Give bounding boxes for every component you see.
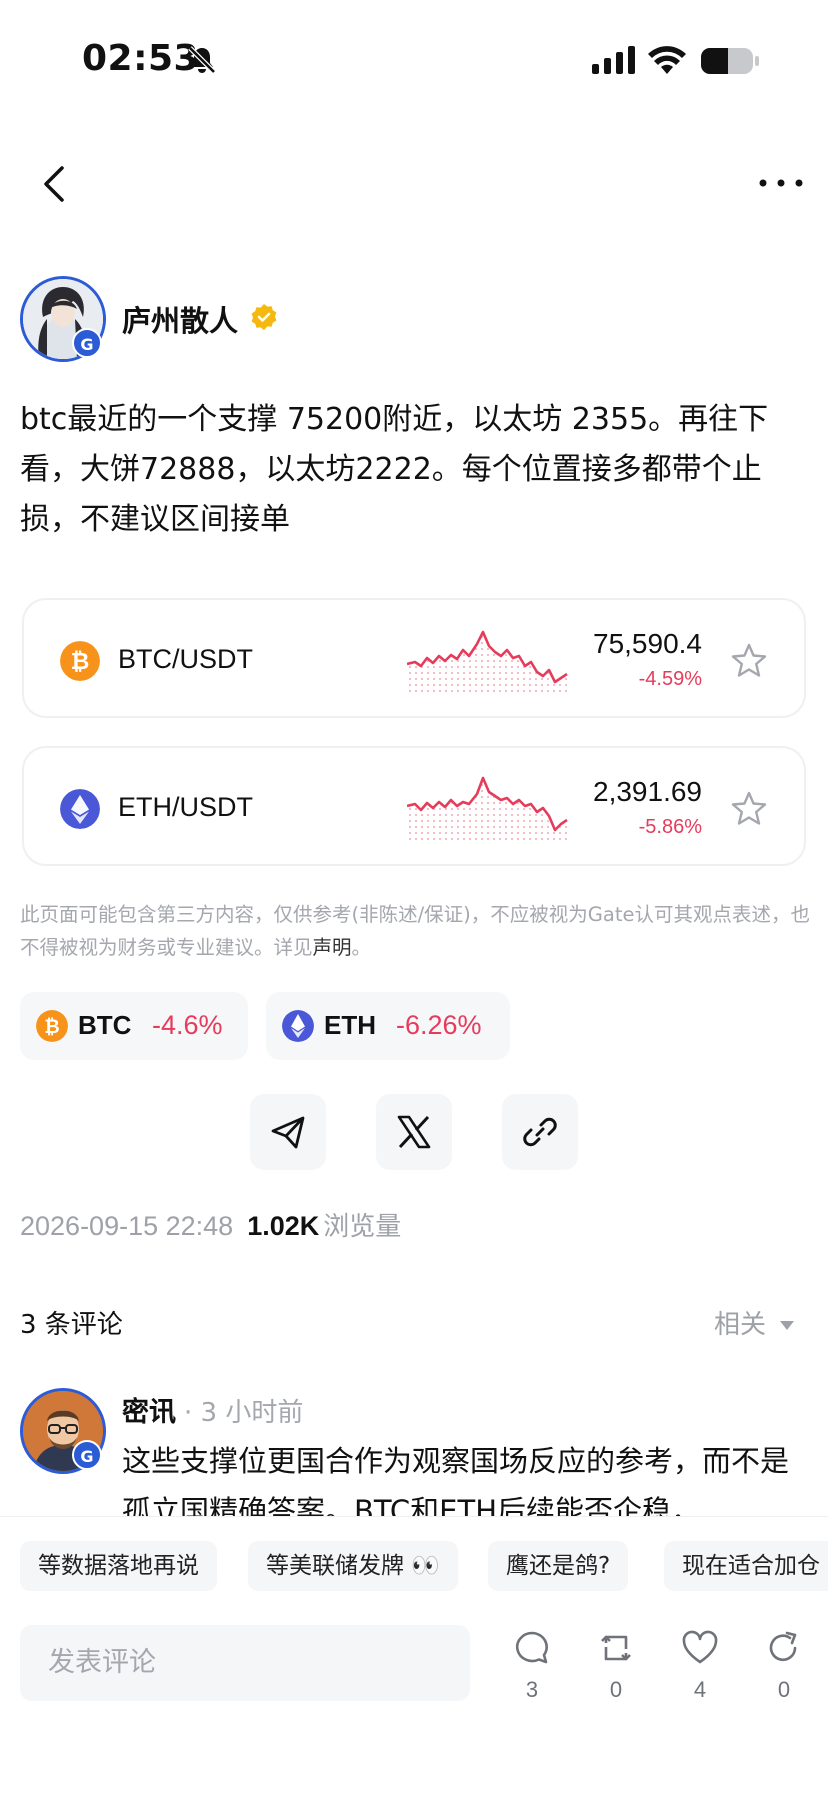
comment-time: · 3 小时前 [184,1398,304,1428]
repost-count: 0 [609,1677,623,1702]
view-count: 1.02K [247,1211,320,1241]
disclaimer: 此页面可能包含第三方内容，仅供参考(非陈述/保证)，不应被视为Gate认可其观点… [20,898,810,964]
comment-sort-select[interactable]: 相关 [714,1304,795,1341]
author-name[interactable]: 庐州散人 [122,298,238,340]
favorite-star-icon[interactable] [730,642,768,680]
link-icon [523,1117,557,1147]
repost-icon [601,1635,631,1661]
ethereum-icon [60,789,100,829]
sort-label: 相关 [714,1310,767,1340]
repost-action[interactable]: 0 [586,1629,646,1703]
disclaimer-end: 。 [351,936,372,959]
ticker-symbol: BTC [78,1010,132,1040]
platform-badge-icon: G [72,328,102,358]
svg-text:₿: ₿ [71,649,90,675]
post-meta: 2026-09-15 22:48 1.02K 浏览量 [20,1206,401,1243]
svg-text:₿: ₿ [44,1016,59,1038]
post-datetime: 2026-09-15 22:48 [20,1211,234,1241]
comment-text: 这些支撑位更国合作为观察国场反应的参考，而不是孤立国精确答案。BTC和ETH后续… [122,1444,790,1516]
comments-count-title: 3 条评论 [20,1310,123,1340]
market-card-btc[interactable]: ₿ BTC/USDT 75,590.4 -4.59% [22,598,806,718]
price-sparkline [407,630,568,694]
ethereum-icon [282,1010,314,1042]
bottom-comment-panel: 等数据落地再说 等美联储发牌 👀 鹰还是鸽? 现在适合加仓 发表评论 3 0 4… [0,1516,828,1796]
status-time: 02:53 [82,38,200,79]
comments-count: 3 [525,1677,539,1702]
chevron-down-icon [780,1321,795,1330]
share-count: 0 [777,1677,791,1702]
share-telegram-button[interactable] [250,1094,326,1170]
disclaimer-text: 此页面可能包含第三方内容，仅供参考(非陈述/保证)，不应被视为Gate认可其观点… [20,903,810,959]
wifi-icon [648,46,686,74]
quick-reply-chip[interactable]: 等数据落地再说 [20,1541,217,1591]
ticker-change: -6.26% [396,1010,482,1040]
more-options-button[interactable] [756,170,806,196]
share-icon [769,1631,797,1662]
favorite-star-icon[interactable] [730,790,768,828]
price-sparkline [407,776,568,842]
quick-reply-chip[interactable]: 现在适合加仓 [664,1541,828,1591]
heart-icon [682,1630,718,1664]
verified-badge-icon [251,304,277,330]
quick-reply-row: 等数据落地再说 等美联储发牌 👀 鹰还是鸽? 现在适合加仓 [0,1541,828,1593]
bitcoin-icon: ₿ [60,641,100,681]
price-change: -5.86% [638,816,702,838]
status-bar: 02:53 [0,0,828,120]
copy-link-button[interactable] [502,1094,578,1170]
view-count-label: 浏览量 [323,1212,402,1242]
comment-input[interactable]: 发表评论 [20,1625,470,1701]
comments-action[interactable]: 3 [502,1629,562,1703]
back-button[interactable] [36,160,72,208]
ticker-symbol: ETH [324,1010,376,1040]
bitcoin-icon: ₿ [36,1010,68,1042]
price-change: -4.59% [638,668,702,690]
ticker-change: -4.6% [152,1010,223,1040]
post-body: btc最近的一个支撑 75200附近，以太坊 2355。再往下看，大饼72888… [20,402,769,537]
pair-label: BTC/USDT [118,644,253,674]
price-value: 75,590.4 [593,628,702,659]
share-action[interactable]: 0 [754,1629,814,1703]
bell-muted-icon [188,46,216,74]
x-logo-icon [397,1115,431,1149]
like-action[interactable]: 4 [670,1629,730,1703]
quick-reply-chip[interactable]: 鹰还是鸽? [488,1541,629,1591]
share-x-button[interactable] [376,1094,452,1170]
commenter-name[interactable]: 密讯 [122,1390,176,1429]
price-value: 2,391.69 [593,776,702,807]
cellular-signal-icon [592,46,635,74]
comment-bubble-icon [515,1631,548,1664]
quick-reply-chip[interactable]: 等美联储发牌 👀 [248,1541,458,1591]
platform-badge-icon: G [72,1440,102,1470]
battery-icon [701,48,759,74]
like-count: 4 [693,1677,707,1702]
market-card-eth[interactable]: ETH/USDT 2,391.69 -5.86% [22,746,806,866]
send-icon [271,1116,305,1149]
pair-label: ETH/USDT [118,792,253,822]
ticker-chip-eth[interactable]: ETH -6.26% [266,992,510,1060]
ticker-chip-btc[interactable]: ₿ BTC -4.6% [20,992,248,1060]
disclaimer-link[interactable]: 声明 [313,936,352,959]
